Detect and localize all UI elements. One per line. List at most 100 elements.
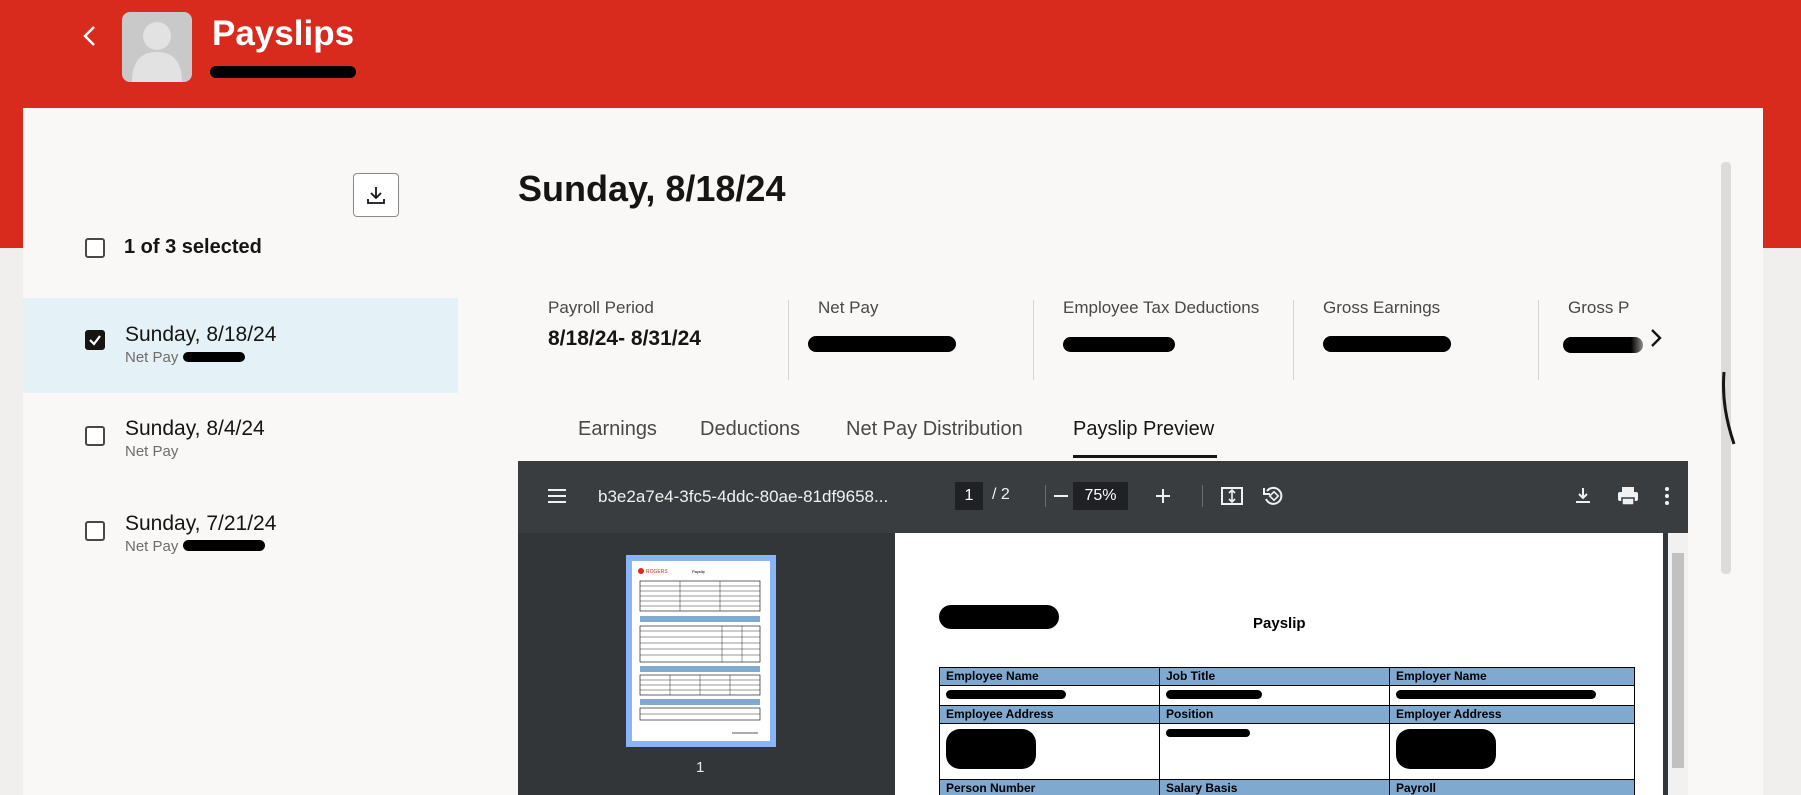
- tab-earnings[interactable]: Earnings: [578, 418, 657, 441]
- tab-payslip-preview[interactable]: Payslip Preview: [1073, 418, 1214, 441]
- table-cell: Employer Address: [1389, 705, 1635, 724]
- item-date: Sunday, 8/18/24: [125, 323, 277, 346]
- table-cell: Employer Name: [1389, 667, 1635, 686]
- redacted-logo: [939, 605, 1059, 629]
- metric-label: Net Pay: [818, 298, 879, 317]
- more-options-button[interactable]: [1663, 485, 1671, 512]
- list-item[interactable]: Sunday, 7/21/24 Net Pay: [23, 488, 458, 583]
- metric-net-pay: Net Pay: [818, 298, 878, 318]
- table-cell: Salary Basis: [1159, 779, 1390, 795]
- page-total: / 2: [992, 486, 1010, 503]
- fit-page-button[interactable]: [1220, 485, 1244, 512]
- thumbnail-page: ROGERS Payslip: [632, 561, 770, 741]
- back-button[interactable]: [78, 20, 102, 52]
- table-cell: Person Number: [939, 779, 1160, 795]
- pdf-scrollbar[interactable]: [1668, 533, 1688, 795]
- page-number-input[interactable]: 1: [955, 482, 983, 510]
- zoom-out-button[interactable]: [1052, 486, 1070, 511]
- table-row: Employee Address Position Employer Addre…: [939, 705, 1635, 724]
- content-card: 1 of 3 selected Sunday, 8/18/24 Net Pay …: [23, 108, 1763, 795]
- minus-icon: [1054, 495, 1068, 497]
- redacted-value: [183, 352, 245, 362]
- metric-gross-pay: Gross P: [1568, 298, 1629, 318]
- print-button[interactable]: [1616, 485, 1640, 512]
- table-cell: Employee Name: [939, 667, 1160, 686]
- pdf-scrollbar-thumb[interactable]: [1672, 553, 1684, 768]
- item-net-pay: Net Pay: [125, 538, 179, 555]
- table-cell: Employee Address: [939, 705, 1160, 724]
- rotate-button[interactable]: [1261, 485, 1285, 512]
- active-tab-indicator: [1073, 455, 1217, 458]
- list-item[interactable]: Sunday, 8/4/24 Net Pay: [23, 393, 458, 488]
- metric-payroll-period: Payroll Period 8/18/24- 8/31/24: [548, 298, 701, 351]
- pdf-viewer: b3e2a7e4-3fc5-4ddc-80ae-81df9658... 1 / …: [518, 461, 1688, 795]
- chevron-right-icon: [1651, 329, 1662, 347]
- zoom-in-button[interactable]: [1154, 486, 1172, 511]
- table-cell: Job Title: [1159, 667, 1390, 686]
- avatar: [122, 12, 192, 82]
- divider: [1293, 300, 1294, 380]
- zoom-level[interactable]: 75%: [1073, 482, 1128, 510]
- thumbnail-page-number: 1: [696, 759, 705, 776]
- chevron-left-icon: [83, 26, 95, 46]
- download-icon: [367, 187, 385, 204]
- metric-label: Payroll Period: [548, 298, 654, 317]
- check-icon: [89, 335, 101, 346]
- redacted-value: [1323, 336, 1451, 352]
- pdf-toolbar: b3e2a7e4-3fc5-4ddc-80ae-81df9658... 1 / …: [518, 461, 1688, 533]
- pdf-page: Payslip Employee Name Job Title Employer…: [895, 533, 1663, 795]
- selection-count: 1 of 3 selected: [124, 236, 262, 258]
- page-thumbnail[interactable]: ROGERS Payslip: [626, 555, 776, 747]
- pdf-download-button[interactable]: [1573, 485, 1593, 512]
- tab-net-pay-distribution[interactable]: Net Pay Distribution: [846, 418, 1023, 441]
- table-row: Employee Name Job Title Employer Name: [939, 667, 1635, 686]
- menu-button[interactable]: [546, 485, 568, 512]
- item-net-pay: Net Pay: [125, 349, 179, 366]
- thumb-brand: ROGERS: [646, 569, 668, 575]
- printer-icon: [1618, 487, 1638, 506]
- item-checkbox[interactable]: [85, 426, 105, 446]
- divider: [1538, 300, 1539, 380]
- employee-info-table: Employee Name Job Title Employer Name Em…: [939, 667, 1635, 795]
- file-name: b3e2a7e4-3fc5-4ddc-80ae-81df9658...: [598, 487, 889, 506]
- redacted-value: [183, 540, 265, 551]
- table-row: [939, 723, 1635, 780]
- list-item[interactable]: Sunday, 8/18/24 Net Pay: [23, 298, 458, 393]
- metric-value: 8/18/24- 8/31/24: [548, 327, 701, 350]
- item-date: Sunday, 7/21/24: [125, 512, 277, 535]
- toolbar-divider: [1045, 485, 1046, 507]
- select-all-checkbox[interactable]: [85, 238, 105, 258]
- metric-label: Gross P: [1568, 298, 1630, 317]
- tab-deductions[interactable]: Deductions: [700, 418, 800, 441]
- table-row: Person Number Salary Basis Payroll: [939, 779, 1635, 795]
- rotate-icon: [1263, 486, 1283, 505]
- more-vert-icon: [1665, 487, 1669, 505]
- divider: [1033, 300, 1034, 380]
- table-cell: Payroll: [1389, 779, 1635, 795]
- item-checkbox[interactable]: [85, 330, 105, 350]
- thumb-heading: Payslip: [692, 569, 706, 574]
- metric-label: Employee Tax Deductions: [1063, 298, 1260, 317]
- page-title: Payslips: [212, 14, 355, 53]
- redacted-value: [1063, 337, 1175, 352]
- item-date: Sunday, 8/4/24: [125, 417, 265, 440]
- divider: [788, 300, 789, 380]
- redacted-value: [808, 336, 956, 352]
- hamburger-icon: [548, 489, 566, 503]
- metrics-next-button[interactable]: [1648, 326, 1664, 355]
- table-cell: Position: [1159, 705, 1390, 724]
- item-checkbox[interactable]: [85, 521, 105, 541]
- table-row: [939, 685, 1635, 706]
- plus-icon: [1156, 489, 1170, 503]
- redacted-subtitle: [210, 66, 356, 78]
- metric-gross-earnings: Gross Earnings: [1323, 298, 1440, 318]
- download-icon: [1576, 488, 1590, 503]
- payslip-title: Sunday, 8/18/24: [518, 168, 786, 209]
- stray-mark: [1722, 371, 1736, 445]
- metric-label: Gross Earnings: [1323, 298, 1441, 317]
- download-button[interactable]: [353, 173, 399, 217]
- metric-tax-deductions: Employee Tax Deductions: [1063, 298, 1259, 318]
- document-heading: Payslip: [1253, 615, 1306, 632]
- item-net-pay: Net Pay: [125, 443, 179, 460]
- fit-page-icon: [1221, 487, 1243, 505]
